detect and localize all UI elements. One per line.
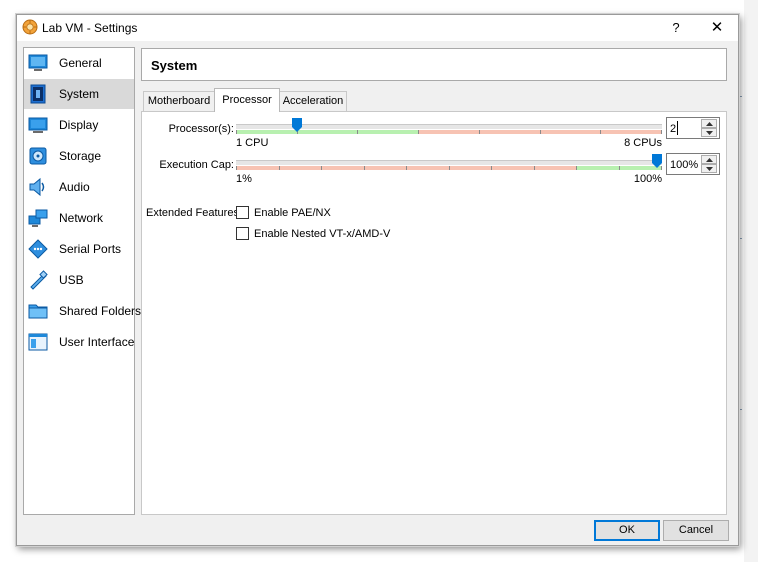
network-icon — [28, 209, 48, 227]
arrow-up-icon — [706, 122, 713, 126]
slider-tick — [576, 166, 577, 170]
sidebar-item-label: System — [59, 87, 100, 101]
slider-tick — [661, 130, 662, 134]
slider-tick — [540, 130, 541, 134]
settings-sidebar: General System Display Storage Audio Net… — [23, 47, 141, 515]
processors-spinbox[interactable]: 2 — [666, 117, 720, 139]
processors-slider[interactable] — [236, 118, 662, 138]
sidebar-item-audio[interactable]: Audio — [24, 172, 134, 202]
slider-tick — [534, 166, 535, 170]
virtualbox-app-icon — [22, 19, 38, 35]
cancel-button[interactable]: Cancel — [663, 520, 729, 541]
serial-ports-icon — [28, 239, 48, 259]
sidebar-item-label: Storage — [59, 149, 102, 163]
execution-cap-decrement-button[interactable] — [701, 164, 717, 173]
execution-cap-label: Execution Cap: — [159, 159, 234, 171]
sidebar-item-display[interactable]: Display — [24, 110, 134, 140]
processor-tab-panel: Processor(s): 1 CPU 8 CPUs 2 Execution C… — [141, 111, 727, 515]
display-icon — [28, 117, 48, 133]
ok-button[interactable]: OK — [594, 520, 660, 541]
sidebar-item-label: General — [59, 56, 102, 70]
sidebar-item-shared-folders[interactable]: Shared Folders — [24, 296, 141, 326]
arrow-down-icon — [706, 167, 713, 171]
slider-handle[interactable] — [652, 154, 662, 168]
background-window-edge — [744, 0, 758, 562]
slider-tick — [321, 166, 322, 170]
slider-tick — [491, 166, 492, 170]
audio-icon — [29, 177, 45, 197]
enable-nested-vtx-label[interactable]: Enable Nested VT-x/AMD-V — [254, 228, 390, 240]
slider-handle[interactable] — [291, 118, 302, 132]
sidebar-item-label: User Interface — [59, 335, 135, 349]
execution-cap-spinbox[interactable]: 100% — [666, 153, 720, 175]
arrow-down-icon — [706, 131, 713, 135]
execution-cap-value: 100% — [670, 159, 699, 171]
sidebar-item-label: Serial Ports — [59, 242, 122, 256]
slider-tick — [619, 166, 620, 170]
execution-cap-min-label: 1% — [236, 173, 252, 185]
sidebar-item-label: USB — [59, 273, 84, 287]
slider-tick — [600, 130, 601, 134]
slider-tick — [418, 130, 419, 134]
execution-cap-increment-button[interactable] — [701, 155, 717, 164]
tab-processor[interactable]: Processor — [214, 88, 280, 112]
slider-tick — [279, 166, 280, 170]
sidebar-item-network[interactable]: Network — [24, 203, 134, 233]
processors-value: 2 — [670, 123, 677, 135]
sidebar-item-label: Audio — [59, 180, 90, 194]
sidebar-item-label: Network — [59, 211, 104, 225]
shared-folders-icon — [28, 304, 48, 319]
sidebar-item-storage[interactable]: Storage — [24, 141, 134, 171]
enable-pae-nx-checkbox[interactable] — [236, 206, 249, 219]
sidebar-item-label: Shared Folders — [59, 304, 142, 318]
extended-features-label: Extended Features: — [146, 207, 243, 219]
page-title: System — [151, 58, 198, 73]
storage-icon — [29, 147, 47, 165]
user-interface-icon — [28, 333, 48, 351]
slider-tick — [236, 130, 237, 134]
slider-track — [236, 160, 662, 165]
processors-label: Processor(s): — [168, 123, 234, 135]
processors-safe-range — [236, 130, 419, 134]
slider-tick — [236, 166, 237, 170]
arrow-up-icon — [706, 158, 713, 162]
processors-min-label: 1 CPU — [236, 137, 269, 149]
title-bar[interactable]: Lab VM - Settings ? ✕ — [17, 15, 738, 41]
sidebar-item-system[interactable]: System — [24, 79, 134, 109]
processors-decrement-button[interactable] — [701, 128, 717, 137]
usb-icon — [30, 270, 48, 290]
slider-tick — [479, 130, 480, 134]
sidebar-item-user-interface[interactable]: User Interface — [24, 327, 134, 357]
help-button[interactable]: ? — [667, 18, 685, 38]
slider-tick — [449, 166, 450, 170]
general-icon — [28, 54, 48, 71]
slider-tick — [406, 166, 407, 170]
processors-increment-button[interactable] — [701, 119, 717, 128]
close-button[interactable]: ✕ — [705, 18, 729, 38]
sidebar-item-label: Display — [59, 118, 99, 132]
sidebar-item-usb[interactable]: USB — [24, 265, 134, 295]
settings-dialog: Lab VM - Settings ? ✕ General System Dis… — [16, 14, 739, 546]
window-title: Lab VM - Settings — [42, 21, 138, 35]
slider-tick — [364, 166, 365, 170]
execution-cap-slider[interactable] — [236, 154, 662, 174]
sidebar-item-serial-ports[interactable]: Serial Ports — [24, 234, 134, 264]
execution-cap-max-label: 100% — [633, 173, 662, 185]
processors-max-label: 8 CPUs — [624, 137, 662, 149]
system-icon — [30, 84, 46, 104]
page-header: System — [141, 48, 727, 81]
sidebar-item-general[interactable]: General — [24, 48, 134, 78]
enable-nested-vtx-checkbox[interactable] — [236, 227, 249, 240]
tab-motherboard[interactable]: Motherboard — [143, 91, 215, 111]
slider-tick — [357, 130, 358, 134]
enable-pae-nx-label[interactable]: Enable PAE/NX — [254, 207, 331, 219]
tab-acceleration[interactable]: Acceleration — [279, 91, 347, 111]
text-caret — [677, 121, 678, 135]
